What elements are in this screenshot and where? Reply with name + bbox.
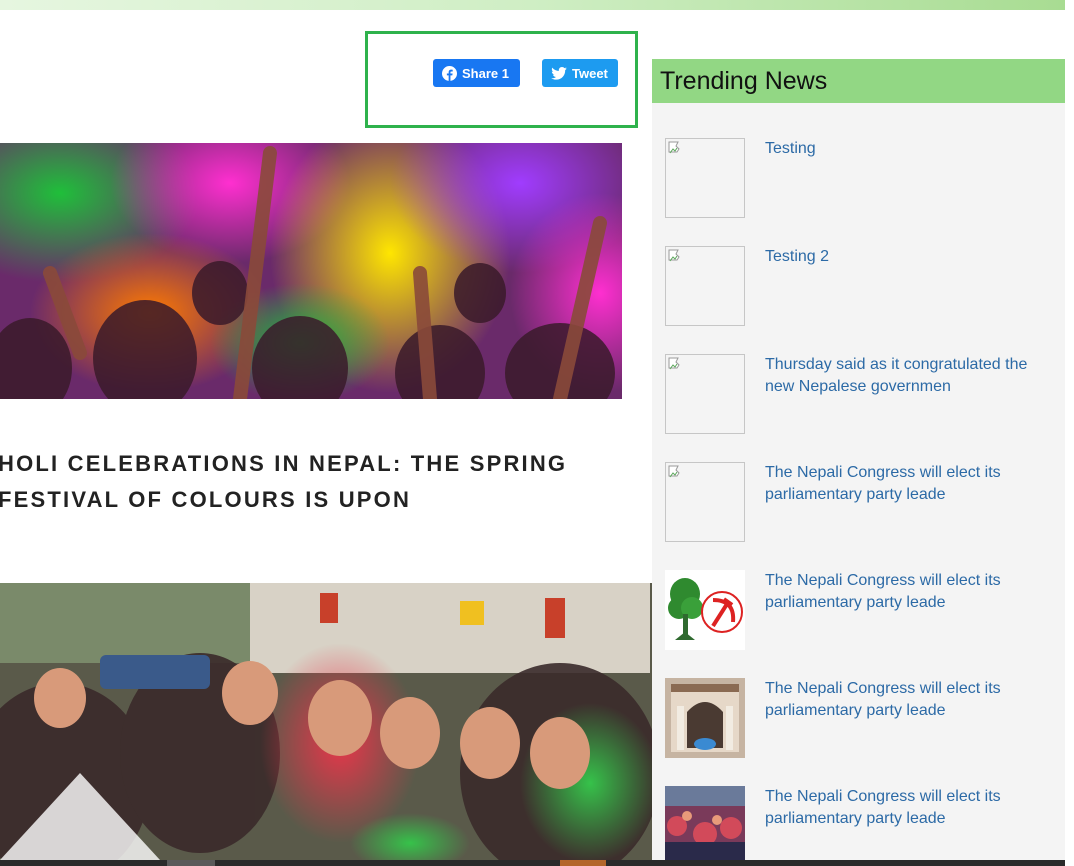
hero-image [0,143,622,399]
bottom-strip [0,860,1074,866]
trending-news-sidebar: Trending News Testing Testing 2 Thursday… [652,59,1065,866]
sidebar-title: Trending News [660,67,828,95]
article-image [0,583,652,860]
bottom-strip-segment [560,860,606,866]
facebook-icon [442,65,457,81]
tweet-button[interactable]: Tweet [542,59,618,87]
article-headline[interactable]: HOLI CELEBRATIONS IN NEPAL: THE SPRING F… [0,446,638,518]
trending-item-link[interactable]: The Nepali Congress will elect its parli… [765,570,1045,614]
broken-image-icon[interactable] [665,354,745,434]
trending-item-link[interactable]: The Nepali Congress will elect its parli… [765,678,1045,722]
party-logos-thumbnail[interactable] [665,570,745,650]
trending-item[interactable]: The Nepali Congress will elect its parli… [665,786,1055,866]
trending-item-link[interactable]: Testing [765,138,1045,160]
crowd-photo-thumbnail[interactable] [665,786,745,866]
facebook-share-button[interactable]: Share 1 [433,59,520,87]
trending-item-link[interactable]: Thursday said as it congratulated the ne… [765,354,1045,398]
trending-item[interactable]: The Nepali Congress will elect its parli… [665,462,1055,542]
bottom-strip-segment [167,860,215,866]
trending-item[interactable]: Thursday said as it congratulated the ne… [665,354,1055,434]
trending-item[interactable]: Testing [665,138,1055,218]
trending-item[interactable]: The Nepali Congress will elect its parli… [665,570,1055,650]
right-page-edge [1065,0,1074,866]
top-accent-bar [0,0,1065,10]
trending-item-link[interactable]: The Nepali Congress will elect its parli… [765,462,1045,506]
broken-image-icon[interactable] [665,138,745,218]
trending-item[interactable]: The Nepali Congress will elect its parli… [665,678,1055,758]
tweet-label: Tweet [572,65,608,81]
sidebar-header: Trending News [652,59,1065,103]
hammer-sickle-icon [701,591,743,633]
facebook-share-label: Share 1 [462,65,509,81]
broken-image-icon[interactable] [665,462,745,542]
trending-item-link[interactable]: The Nepali Congress will elect its parli… [765,786,1045,830]
twitter-bird-icon [551,66,567,80]
building-photo-thumbnail[interactable] [665,678,745,758]
trending-item-link[interactable]: Testing 2 [765,246,1045,268]
broken-image-icon[interactable] [665,246,745,326]
trending-item[interactable]: Testing 2 [665,246,1055,326]
